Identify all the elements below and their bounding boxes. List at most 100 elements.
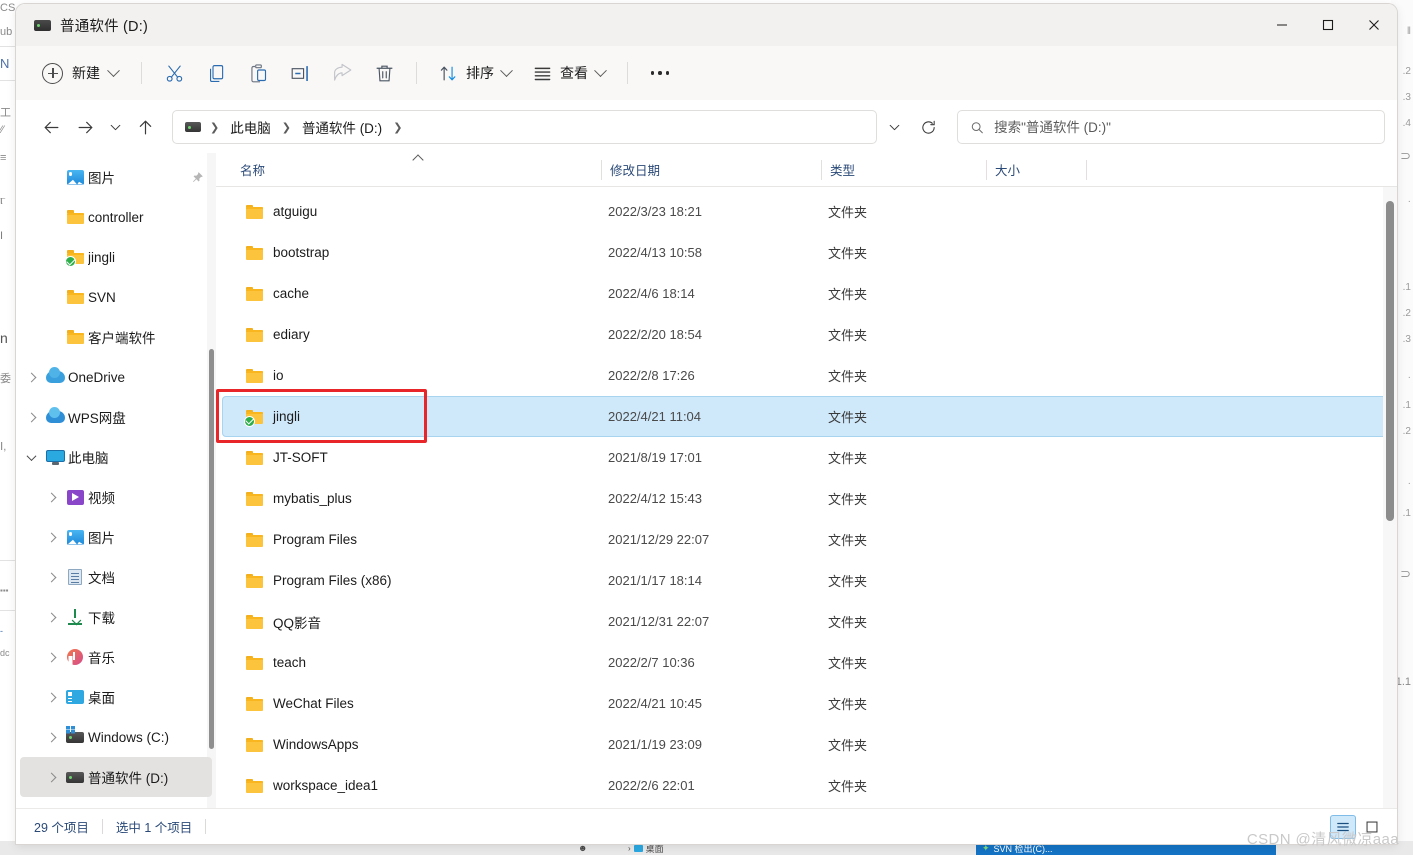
- delete-button[interactable]: [363, 56, 405, 90]
- table-row[interactable]: mybatis_plus 2022/4/12 15:43 文件夹: [222, 478, 1389, 519]
- sidebar-item-[interactable]: 此电脑: [20, 437, 212, 477]
- file-date-cell-text: 2022/4/21 10:45: [608, 696, 702, 711]
- file-date-cell-text: 2022/4/21 11:04: [608, 409, 702, 424]
- file-list-scrollbar-thumb[interactable]: [1386, 201, 1394, 521]
- picture-icon: [66, 169, 84, 185]
- chevron-right-icon[interactable]: [40, 772, 62, 782]
- back-button[interactable]: [34, 110, 68, 144]
- column-header-type[interactable]: 类型: [822, 153, 987, 187]
- sidebar-item-[interactable]: 桌面: [20, 677, 212, 717]
- table-row[interactable]: io 2022/2/8 17:26 文件夹: [222, 355, 1389, 396]
- table-row[interactable]: workspace_idea1 2022/2/6 22:01 文件夹: [222, 765, 1389, 806]
- drive-icon: [34, 19, 51, 31]
- table-row[interactable]: QQ影音 2021/12/31 22:07 文件夹: [222, 601, 1389, 642]
- sidebar-item-[interactable]: 音乐: [20, 637, 212, 677]
- search-input[interactable]: [994, 119, 1372, 135]
- sidebar-item-[interactable]: 图片: [20, 157, 212, 197]
- desktop-icon: [66, 690, 84, 704]
- folder-icon: [66, 210, 84, 224]
- file-type-cell-text: 文件夹: [828, 779, 868, 794]
- maximize-button[interactable]: [1305, 4, 1351, 46]
- column-header-date-modified[interactable]: 修改日期: [602, 153, 822, 187]
- rename-button[interactable]: [279, 56, 321, 90]
- file-name-cell-text: io: [273, 368, 284, 383]
- sidebar-item-e[interactable]: 工作 (E:): [20, 797, 212, 808]
- sort-button[interactable]: 排序: [428, 56, 522, 90]
- sidebar-item-windows-c[interactable]: Windows (C:): [20, 717, 212, 757]
- more-options-button[interactable]: [639, 56, 681, 90]
- pin-icon[interactable]: [191, 171, 204, 184]
- toolbar-divider-2: [416, 62, 417, 84]
- navigation-pane[interactable]: 图片 controller jingli SVN 客户端软件 OneDrive WPS网盘此…: [16, 153, 216, 808]
- file-date-cell: 2021/12/29 22:07: [608, 532, 828, 547]
- sidebar-item-label: 文档: [88, 571, 115, 586]
- table-row[interactable]: Program Files (x86) 2021/1/17 18:14 文件夹: [222, 560, 1389, 601]
- sidebar-item-onedrive[interactable]: OneDrive: [20, 357, 212, 397]
- refresh-button[interactable]: [911, 110, 945, 144]
- sidebar-item-[interactable]: 文档: [20, 557, 212, 597]
- share-button[interactable]: [321, 56, 363, 90]
- breadcrumb-separator-2[interactable]: ❯: [392, 121, 403, 134]
- sidebar-item-[interactable]: 视频: [20, 477, 212, 517]
- sidebar-item-icon: [42, 367, 68, 383]
- column-header-name[interactable]: 名称: [232, 153, 602, 187]
- file-name-cell-text: Program Files: [273, 532, 358, 547]
- address-history-dropdown[interactable]: [877, 110, 911, 144]
- table-row[interactable]: ediary 2022/2/20 18:54 文件夹: [222, 314, 1389, 355]
- table-row[interactable]: cache 2022/4/6 18:14 文件夹: [222, 273, 1389, 314]
- chevron-right-icon[interactable]: [40, 612, 62, 622]
- forward-button[interactable]: [68, 110, 102, 144]
- sidebar-item-[interactable]: 客户端软件: [20, 317, 212, 357]
- sidebar-item-[interactable]: 下载: [20, 597, 212, 637]
- file-type-cell-text: 文件夹: [828, 451, 868, 466]
- sidebar-item-label: Windows (C:): [88, 729, 170, 745]
- chevron-right-icon[interactable]: [40, 492, 62, 502]
- chevron-right-icon[interactable]: [40, 572, 62, 582]
- document-icon: [68, 569, 82, 585]
- view-button[interactable]: 查看: [522, 56, 616, 90]
- new-button[interactable]: 新建: [30, 56, 130, 90]
- close-button[interactable]: [1351, 4, 1397, 46]
- chevron-right-icon[interactable]: [40, 532, 62, 542]
- column-header-size[interactable]: 大小: [987, 153, 1087, 187]
- chevron-right-icon[interactable]: [40, 692, 62, 702]
- svn-checkmark-icon: [64, 256, 76, 267]
- breadcrumb-drive-d[interactable]: 普通软件 (D:): [296, 114, 388, 140]
- table-row[interactable]: WeChat Files 2022/4/21 10:45 文件夹: [222, 683, 1389, 724]
- breadcrumb-this-pc[interactable]: 此电脑: [224, 114, 277, 140]
- windows-drive-icon: [66, 725, 84, 743]
- chevron-right-icon[interactable]: [40, 652, 62, 662]
- sidebar-item-jingli[interactable]: jingli: [20, 237, 212, 277]
- table-row[interactable]: bootstrap 2022/4/13 10:58 文件夹: [222, 232, 1389, 273]
- file-icon: [246, 286, 263, 301]
- cut-button[interactable]: [153, 56, 195, 90]
- sidebar-item-controller[interactable]: controller: [20, 197, 212, 237]
- drive-icon: [66, 771, 84, 783]
- chevron-right-icon[interactable]: [20, 412, 42, 422]
- chevron-down-icon[interactable]: [20, 450, 42, 461]
- recent-locations-button[interactable]: [102, 110, 128, 144]
- folder-icon: [246, 327, 263, 342]
- sidebar-item-[interactable]: 图片: [20, 517, 212, 557]
- table-row[interactable]: Program Files 2021/12/29 22:07 文件夹: [222, 519, 1389, 560]
- minimize-button[interactable]: [1259, 4, 1305, 46]
- table-row[interactable]: atguigu 2022/3/23 18:21 文件夹: [222, 191, 1389, 232]
- column-resize-handle[interactable]: [1086, 159, 1087, 180]
- search-box[interactable]: [957, 110, 1385, 144]
- table-row[interactable]: JT-SOFT 2021/8/19 17:01 文件夹: [222, 437, 1389, 478]
- sidebar-item-label: 客户端软件: [88, 331, 156, 346]
- table-row[interactable]: jingli 2022/4/21 11:04 文件夹: [222, 396, 1389, 437]
- sidebar-item-d[interactable]: 普通软件 (D:): [20, 757, 212, 797]
- file-list[interactable]: atguigu 2022/3/23 18:21 文件夹 bootstrap 2022/4…: [216, 187, 1397, 808]
- sidebar-item-wps[interactable]: WPS网盘: [20, 397, 212, 437]
- address-bar[interactable]: ❯ 此电脑 ❯ 普通软件 (D:) ❯: [172, 110, 877, 144]
- chevron-right-icon[interactable]: [40, 732, 62, 742]
- copy-button[interactable]: [195, 56, 237, 90]
- up-button[interactable]: [128, 110, 162, 144]
- chevron-right-icon[interactable]: [20, 372, 42, 382]
- file-name-cell: WindowsApps: [238, 737, 608, 752]
- table-row[interactable]: teach 2022/2/7 10:36 文件夹: [222, 642, 1389, 683]
- sidebar-item-svn[interactable]: SVN: [20, 277, 212, 317]
- paste-button[interactable]: [237, 56, 279, 90]
- table-row[interactable]: WindowsApps 2021/1/19 23:09 文件夹: [222, 724, 1389, 765]
